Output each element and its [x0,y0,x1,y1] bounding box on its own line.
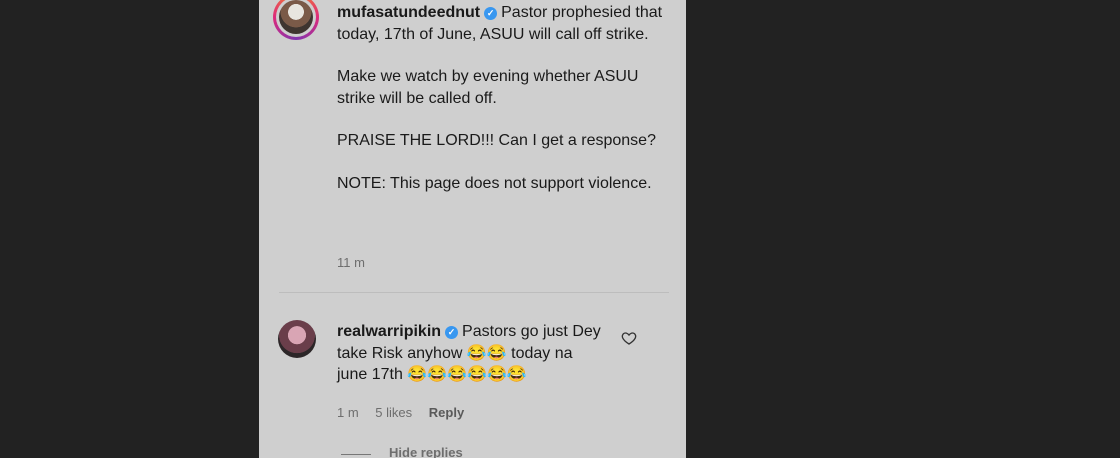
reply-button[interactable]: Reply [429,405,464,420]
avatar-mufasatundeednut[interactable] [273,0,319,40]
reply-likes-count[interactable]: 5 likes [375,405,412,420]
reply-username[interactable]: realwarripikin [337,323,441,340]
comment-main: mufasatundeednut ✓ Pastor prophesied that … [337,2,667,215]
verified-badge-icon: ✓ [484,7,498,20]
reply-timestamp: 1 m [337,405,359,420]
comment-username[interactable]: mufasatundeednut [337,4,480,21]
hide-replies-button[interactable]: Hide replies [389,445,463,458]
verified-badge-icon: ✓ [445,326,459,339]
comment-paragraph-3: PRAISE THE LORD!!! Can I get a response? [337,132,656,149]
heart-icon[interactable] [621,330,637,346]
avatar-realwarripikin[interactable] [278,320,316,358]
comment-paragraph-4: NOTE: This page does not support violenc… [337,174,652,192]
hide-replies-line [341,454,371,455]
comments-panel: mufasatundeednut ✓ Pastor prophesied that … [259,0,686,458]
reply-meta: 1 m 5 likes Reply [337,405,477,420]
avatar-photo [279,0,313,34]
reply-comment: realwarripikin ✓ Pastors go just Dey take … [337,321,607,386]
divider [279,292,669,293]
comment-paragraph-2: Make we watch by evening whether ASUU st… [337,68,639,107]
comment-first-paragraph: mufasatundeednut ✓ Pastor prophesied that … [337,2,667,45]
comment-timestamp: 11 m [337,255,365,270]
